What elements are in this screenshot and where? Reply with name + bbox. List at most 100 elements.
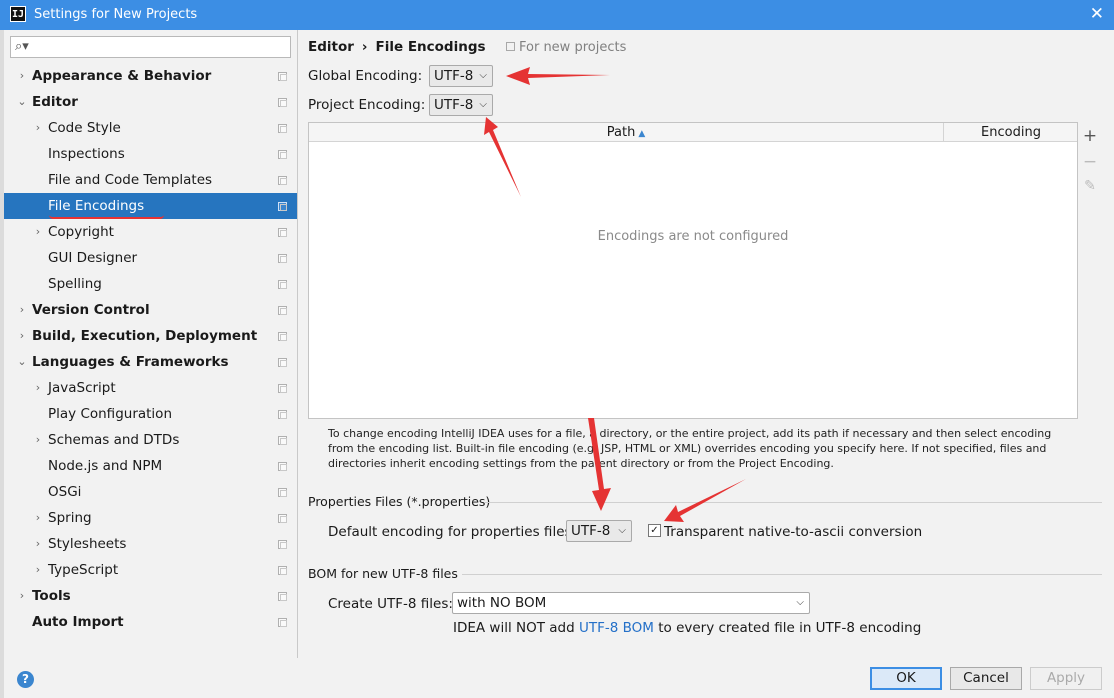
chevron-down-icon: ⌵ (618, 525, 626, 536)
project-encoding-label: Project Encoding: (308, 97, 426, 113)
project-encoding-select[interactable]: UTF-8 ⌵ (429, 94, 493, 116)
properties-encoding-value: UTF-8 (571, 523, 611, 539)
sidebar-item-label: File and Code Templates (48, 172, 213, 188)
sidebar-item-label: Auto Import (32, 614, 124, 630)
column-header-path[interactable]: Path ▲ (309, 123, 944, 142)
copy-icon (278, 306, 287, 315)
sort-ascending-icon: ▲ (638, 129, 646, 139)
chevron-right-icon[interactable]: › (16, 583, 28, 609)
bom-section-title: BOM for new UTF-8 files (308, 566, 458, 581)
chevron-right-icon[interactable]: › (32, 219, 44, 245)
breadcrumb-separator: › (361, 39, 368, 55)
sidebar-item[interactable]: ⌄ Editor (4, 89, 297, 115)
sidebar-item[interactable]: › Schemas and DTDs (4, 427, 297, 453)
copy-icon (278, 98, 287, 107)
properties-encoding-select[interactable]: UTF-8 ⌵ (566, 520, 632, 542)
chevron-right-icon[interactable]: › (16, 323, 28, 349)
copy-icon (278, 462, 287, 471)
sidebar-item[interactable]: › Copyright (4, 219, 297, 245)
add-icon[interactable]: + (1082, 126, 1098, 146)
sidebar-item[interactable]: Play Configuration (4, 401, 297, 427)
search-icon: ⌕▾ (15, 39, 29, 54)
chevron-right-icon[interactable]: › (32, 375, 44, 401)
sidebar-item[interactable]: ⌄ Languages & Frameworks (4, 349, 297, 375)
copy-icon (506, 42, 515, 51)
sidebar-item-label: TypeScript (48, 562, 119, 578)
copy-icon (278, 124, 287, 133)
copy-icon (278, 410, 287, 419)
help-button[interactable]: ? (17, 671, 34, 688)
chevron-down-icon: ⌵ (479, 99, 487, 110)
copy-icon (278, 254, 287, 263)
ok-button[interactable]: OK (870, 667, 942, 690)
copy-icon (278, 332, 287, 341)
column-header-encoding[interactable]: Encoding (945, 123, 1077, 142)
copy-icon (278, 566, 287, 575)
global-encoding-select[interactable]: UTF-8 ⌵ (429, 65, 493, 87)
section-divider (462, 574, 1102, 575)
chevron-right-icon[interactable]: › (32, 505, 44, 531)
chevron-right-icon[interactable]: › (32, 557, 44, 583)
sidebar-item-label: Build, Execution, Deployment (32, 328, 258, 344)
sidebar-item-label: JavaScript (48, 380, 116, 396)
chevron-right-icon[interactable]: › (32, 115, 44, 141)
encodings-table[interactable]: Path ▲ Encoding Encodings are not configu… (308, 122, 1078, 419)
apply-button[interactable]: Apply (1030, 667, 1102, 690)
sidebar-item[interactable]: OSGi (4, 479, 297, 505)
sidebar-item-label: Schemas and DTDs (48, 432, 180, 448)
sidebar-item-label: Inspections (48, 146, 125, 162)
sidebar-item-label: Copyright (48, 224, 114, 240)
sidebar-item-label: GUI Designer (48, 250, 138, 266)
properties-section-title: Properties Files (*.properties) (308, 494, 491, 509)
chevron-right-icon[interactable]: › (32, 531, 44, 557)
sidebar-item[interactable]: Inspections (4, 141, 297, 167)
sidebar-item[interactable]: › Appearance & Behavior (4, 63, 297, 89)
sidebar-item-label: Play Configuration (48, 406, 172, 422)
bom-note: IDEA will NOT add UTF-8 BOM to every cre… (453, 620, 921, 636)
edit-icon[interactable]: ✎ (1082, 178, 1098, 194)
copy-icon (278, 618, 287, 627)
sidebar-item-label: Stylesheets (48, 536, 127, 552)
create-utf8-select[interactable]: with NO BOM ⌵ (452, 592, 810, 614)
chevron-right-icon[interactable]: › (32, 427, 44, 453)
settings-search-input[interactable] (35, 38, 285, 56)
sidebar-item[interactable]: › Spring (4, 505, 297, 531)
copy-icon (278, 540, 287, 549)
sidebar-item[interactable]: › Code Style (4, 115, 297, 141)
sidebar-item[interactable]: › Version Control (4, 297, 297, 323)
encoding-description: To change encoding IntelliJ IDEA uses fo… (328, 427, 1052, 470)
sidebar-item-label: Code Style (48, 120, 121, 136)
sidebar-item[interactable]: › TypeScript (4, 557, 297, 583)
project-encoding-value: UTF-8 (434, 97, 474, 113)
intellij-app-icon: IJ (10, 6, 26, 22)
remove-icon[interactable]: − (1082, 152, 1098, 172)
sidebar-item[interactable]: Node.js and NPM (4, 453, 297, 479)
sidebar-item[interactable]: › Stylesheets (4, 531, 297, 557)
native-to-ascii-label[interactable]: Transparent native-to-ascii conversion (664, 524, 922, 540)
file-encodings-panel: Editor › File Encodings For new projects G… (298, 30, 1114, 658)
breadcrumb-editor[interactable]: Editor (308, 39, 354, 55)
sidebar-item[interactable]: File Encodings (4, 193, 297, 219)
native-to-ascii-checkbox[interactable]: ✓ (648, 524, 661, 537)
sidebar-item[interactable]: Auto Import (4, 609, 297, 635)
sidebar-item[interactable]: File and Code Templates (4, 167, 297, 193)
sidebar-item[interactable]: › JavaScript (4, 375, 297, 401)
chevron-right-icon[interactable]: › (16, 297, 28, 323)
cancel-button[interactable]: Cancel (950, 667, 1022, 690)
copy-icon (278, 202, 287, 211)
properties-default-label: Default encoding for properties files: (328, 524, 577, 540)
close-icon[interactable]: ✕ (1090, 4, 1104, 24)
chevron-right-icon[interactable]: › (16, 63, 28, 89)
settings-search-box[interactable]: ⌕▾ (10, 36, 291, 58)
copy-icon (278, 514, 287, 523)
utf8-bom-link[interactable]: UTF-8 BOM (579, 620, 654, 636)
sidebar-item[interactable]: GUI Designer (4, 245, 297, 271)
chevron-down-icon[interactable]: ⌄ (16, 349, 28, 375)
sidebar-item[interactable]: › Build, Execution, Deployment (4, 323, 297, 349)
copy-icon (278, 150, 287, 159)
create-utf8-label: Create UTF-8 files: (328, 596, 453, 612)
chevron-down-icon[interactable]: ⌄ (16, 89, 28, 115)
sidebar-item[interactable]: Spelling (4, 271, 297, 297)
sidebar-item-label: Spelling (48, 276, 102, 292)
sidebar-item[interactable]: › Tools (4, 583, 297, 609)
